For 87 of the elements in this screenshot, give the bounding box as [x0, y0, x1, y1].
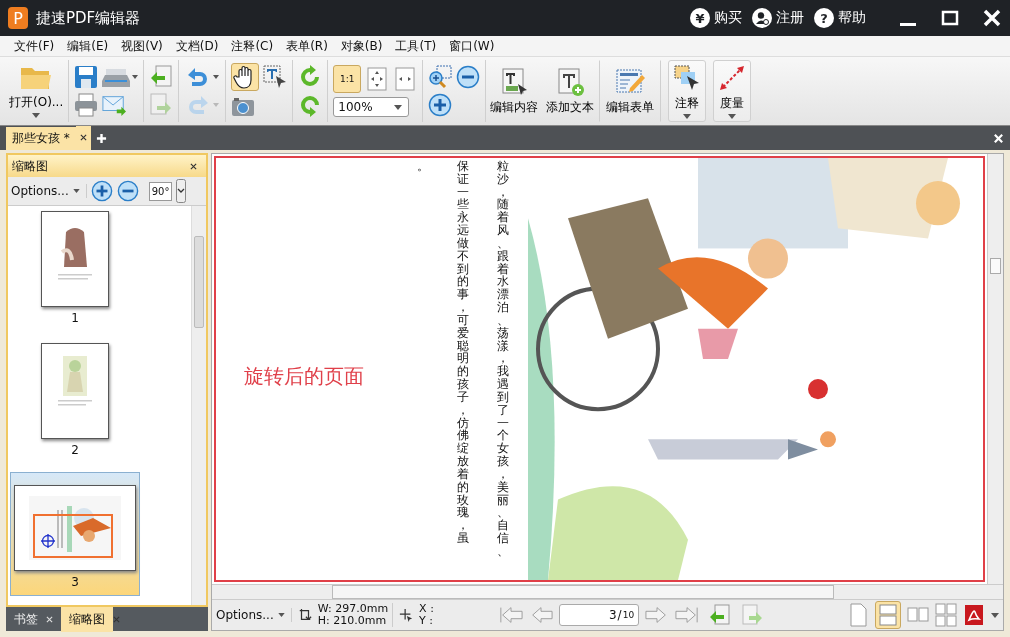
dropdown-arrow-icon [277, 613, 285, 617]
open-button[interactable]: 打开(O)... [9, 64, 64, 118]
width-label: W: 297.0mm [317, 603, 389, 615]
panel-tab[interactable]: 书签 [6, 606, 46, 632]
email-icon[interactable] [102, 93, 127, 117]
last-page-icon[interactable] [675, 605, 700, 625]
text-column: 保证一些永远做不到的事，可爱聪明的孩子，仿佛绽放着的玫瑰，虽 [454, 160, 472, 545]
camera-icon[interactable] [231, 95, 256, 119]
thumbnail-item[interactable]: 3 [10, 472, 140, 596]
panel-title: 缩略图 [12, 157, 48, 175]
zoom-out-icon[interactable] [116, 180, 139, 202]
chevron-down-icon[interactable] [176, 179, 187, 203]
menu-item[interactable]: 对象(B) [340, 37, 383, 55]
dropdown-arrow-icon [728, 114, 737, 119]
options-dropdown[interactable]: Options... [11, 184, 87, 198]
continuous-page-button[interactable] [875, 601, 901, 629]
user-icon [752, 8, 772, 28]
menu-item[interactable]: 工具(T) [395, 37, 437, 55]
thumbnail-item[interactable]: 1 [10, 208, 140, 332]
window-title: 捷速PDF编辑器 [36, 8, 141, 28]
panel-tab[interactable]: 缩略图 [61, 606, 113, 632]
page-number: 2 [71, 443, 79, 457]
printer-icon[interactable] [74, 93, 99, 117]
import-page-icon[interactable] [709, 604, 732, 626]
add-text-icon [555, 66, 586, 97]
page-number: 3 [71, 575, 79, 589]
menu-item[interactable]: 视图(V) [121, 37, 163, 55]
page-number-field[interactable]: 3/10 [559, 604, 640, 626]
close-panel-icon[interactable] [190, 162, 197, 170]
single-page-icon[interactable] [847, 603, 869, 627]
zoom-out-icon[interactable] [456, 65, 481, 89]
annotate-button[interactable]: 注释 [668, 60, 707, 122]
rotate-button[interactable]: 90° [148, 181, 173, 201]
previous-page-icon[interactable] [529, 605, 554, 625]
first-page-icon[interactable] [499, 605, 524, 625]
close-icon[interactable] [993, 132, 1004, 144]
zoom-dropdown[interactable]: 100% [333, 97, 410, 117]
view-rectangle[interactable] [33, 514, 113, 558]
dropdown-arrow-icon [72, 189, 80, 193]
edit-form-button[interactable]: 编辑表单 [599, 60, 662, 122]
height-label: H: 210.0mm [317, 615, 388, 627]
menu-item[interactable]: 文件(F) [14, 37, 55, 55]
pdf-icon[interactable] [963, 603, 985, 627]
thumbnail-item[interactable]: 2 [10, 340, 140, 464]
options-dropdown[interactable]: Options... [216, 608, 292, 622]
dropdown-arrow-icon [32, 113, 41, 118]
scrollbar[interactable] [212, 584, 1003, 599]
menu-item[interactable]: 窗口(W) [449, 37, 495, 55]
edit-content-button[interactable]: 编辑内容 [487, 60, 542, 122]
maximize-icon[interactable] [940, 8, 960, 28]
annotation-text: 旋转后的页面 [244, 363, 364, 390]
scrollbar[interactable] [191, 206, 206, 605]
zoom-in-icon[interactable] [90, 180, 113, 202]
zoom-area-icon[interactable] [428, 65, 453, 89]
save-icon[interactable] [74, 65, 99, 89]
dropdown-arrow-icon [394, 104, 403, 110]
document-tab[interactable]: 那些女孩 * [6, 126, 76, 150]
dropdown-arrow-icon[interactable] [991, 612, 999, 618]
page-size-icon [297, 608, 312, 622]
add-text-button[interactable]: 添加文本 [543, 60, 598, 122]
import-page-icon[interactable] [149, 65, 174, 89]
menu-item[interactable]: 注释(C) [231, 37, 274, 55]
x-label: X : [419, 603, 435, 615]
help-button[interactable]: ? 帮助 [814, 8, 866, 28]
buy-button[interactable]: ¥ 购买 [690, 8, 742, 28]
close-icon[interactable] [982, 8, 1002, 28]
fit-page-icon[interactable] [365, 67, 390, 91]
text-column: 。 [414, 160, 432, 173]
app-logo: P [8, 7, 28, 29]
measure-button[interactable]: 度量 [713, 60, 752, 122]
scrollbar[interactable] [987, 154, 1003, 584]
dropdown-arrow-icon [683, 114, 692, 119]
crosshair-icon [41, 534, 55, 548]
text-select-icon[interactable] [263, 65, 288, 89]
crosshair-icon [399, 608, 414, 622]
y-label: Y : [419, 615, 435, 627]
new-tab-icon[interactable] [95, 132, 107, 144]
page-number: 1 [71, 311, 79, 325]
menu-item[interactable]: 编辑(E) [67, 37, 109, 55]
grid-pages-icon[interactable] [935, 603, 957, 627]
text-column: 粒沙，随着风、跟着水漂泊、荡漾，我遇到了一个女孩，美丽、自信、 [494, 160, 512, 558]
menu-item[interactable]: 文档(D) [175, 37, 219, 55]
menu-item[interactable]: 表单(R) [286, 37, 328, 55]
actual-size-button[interactable]: 1:1 [333, 65, 362, 93]
register-button[interactable]: 注册 [752, 8, 804, 28]
zoom-in-icon[interactable] [428, 93, 453, 117]
hand-tool[interactable] [231, 63, 260, 91]
